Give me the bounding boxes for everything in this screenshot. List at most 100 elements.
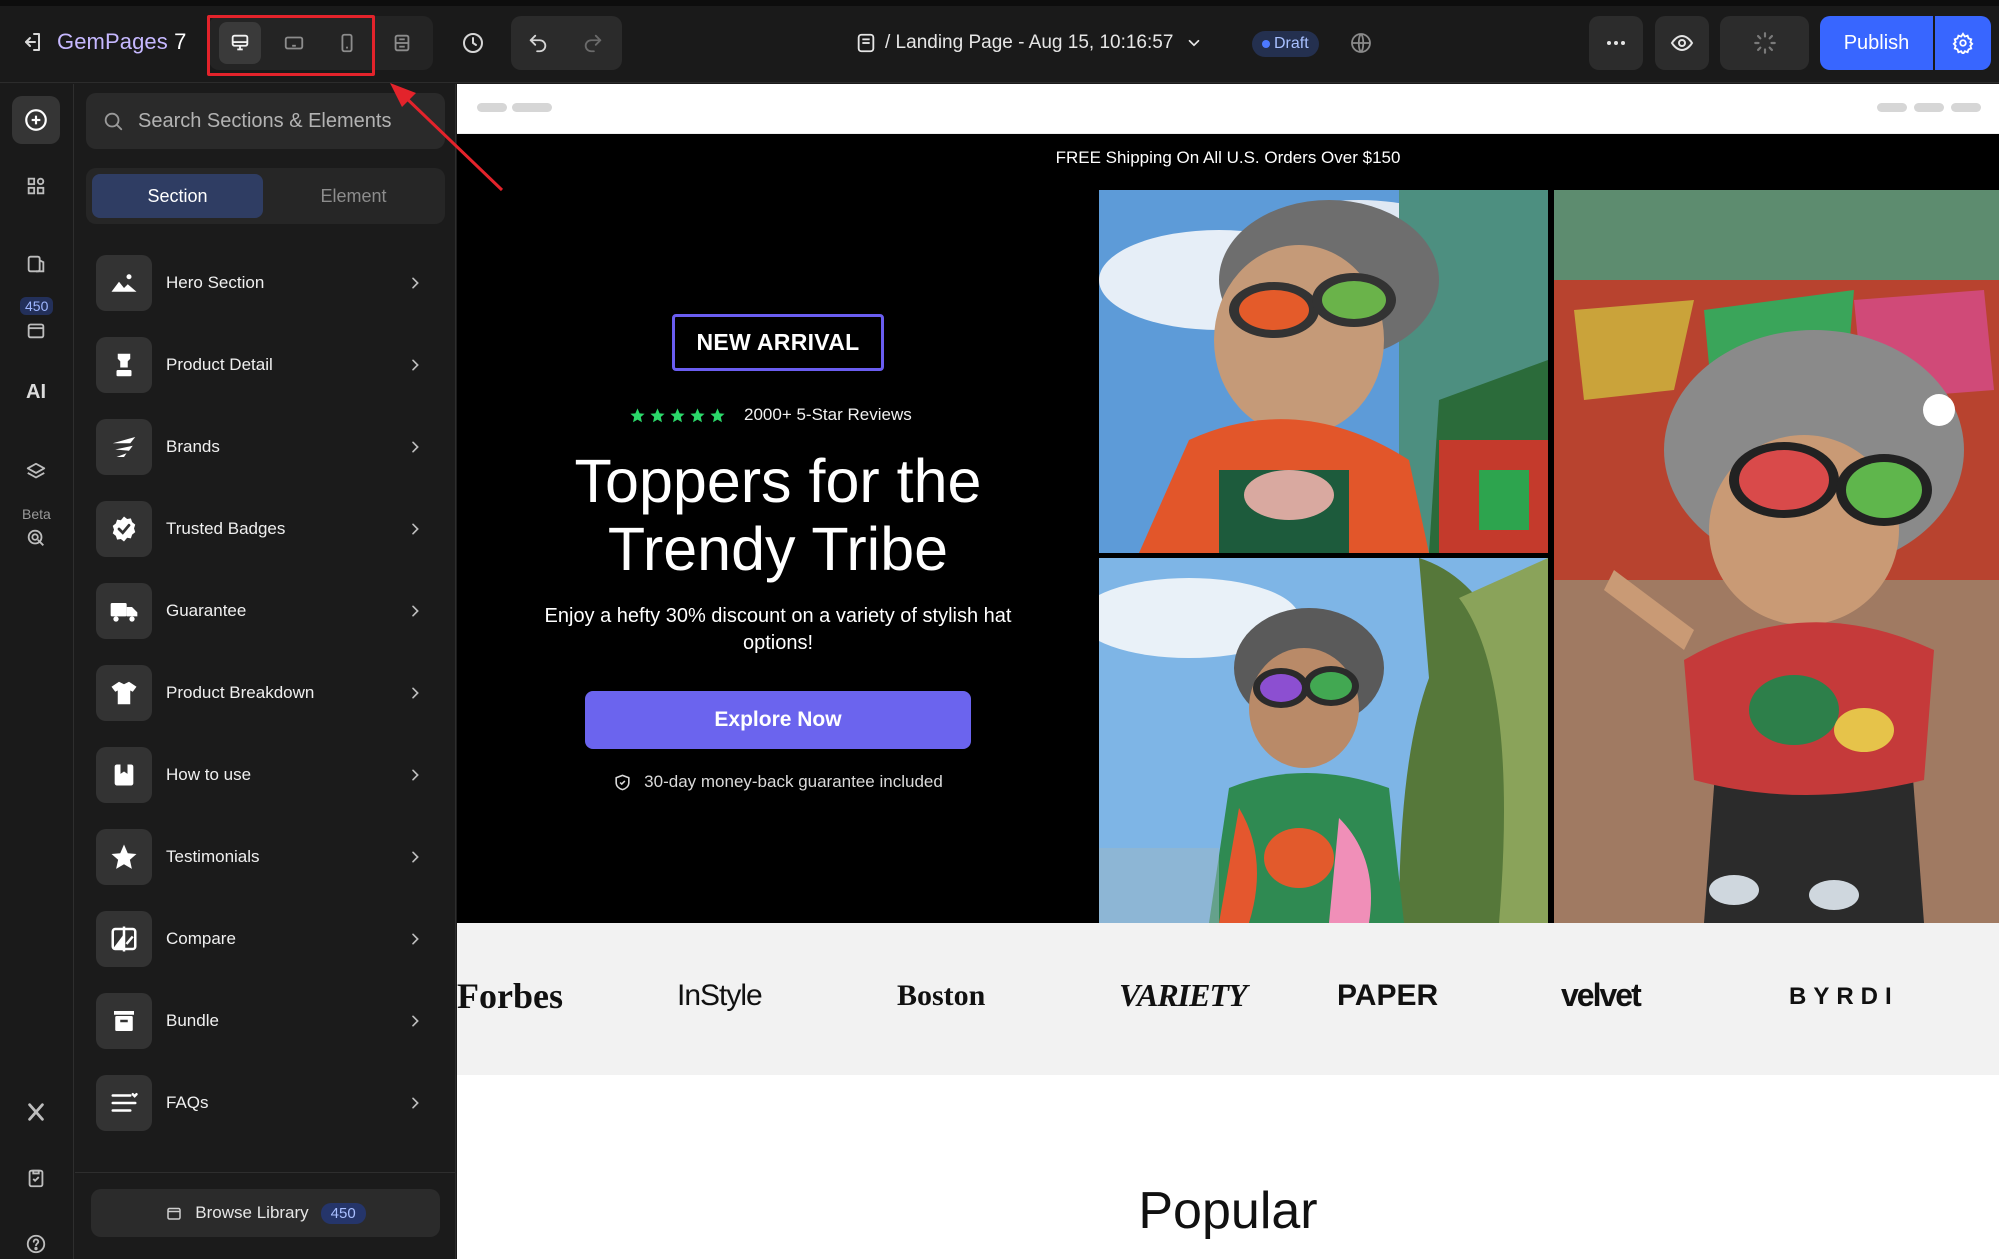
- redo-icon: [584, 34, 602, 53]
- star-icon: [690, 407, 705, 422]
- logo-text: GemPages: [57, 29, 168, 54]
- help-rail-button[interactable]: [12, 1220, 60, 1259]
- plus-circle-icon: [25, 109, 47, 131]
- tshirt-icon: [111, 681, 137, 705]
- top-bar: GemPages 7 / Landing Page - Aug 15, 10:1…: [0, 0, 1999, 83]
- cursor-target-icon: [27, 529, 44, 546]
- responsive-view-button[interactable]: [381, 22, 423, 64]
- list-item[interactable]: How to use: [86, 734, 445, 816]
- undo-button[interactable]: [517, 22, 559, 64]
- library-icon: [27, 323, 45, 339]
- x-rail-button[interactable]: [12, 1088, 60, 1136]
- checklist-rail-button[interactable]: [12, 1154, 60, 1202]
- star-icon: [111, 844, 137, 869]
- status-badge: Draft: [1252, 31, 1319, 57]
- brand-icon: [112, 437, 136, 457]
- chevron-right-icon: [412, 523, 419, 535]
- editor-app: GemPages 7 / Landing Page - Aug 15, 10:1…: [0, 0, 1999, 1259]
- search-icon: [104, 112, 123, 131]
- list-item[interactable]: Brands: [86, 406, 445, 488]
- list-item[interactable]: Guarantee: [86, 570, 445, 652]
- more-options-button[interactable]: [1589, 16, 1643, 70]
- list-item-label: Product Detail: [166, 355, 273, 374]
- section-list: Hero Section Product Detail Brands Trust…: [86, 242, 445, 1142]
- chevron-down-icon: [1189, 39, 1200, 47]
- brand-logo: Boston: [897, 979, 986, 1012]
- list-item-label: Trusted Badges: [166, 519, 286, 538]
- add-section-rail-button[interactable]: [12, 96, 60, 144]
- help-icon: [26, 1234, 46, 1254]
- globe-icon[interactable]: [1349, 31, 1373, 55]
- hero-photo-bottom-left: [1099, 558, 1548, 923]
- preview-button[interactable]: [1655, 16, 1709, 70]
- chevron-right-icon: [412, 1097, 419, 1109]
- hero-photo-top-left: [1099, 190, 1548, 553]
- chevron-right-icon: [412, 851, 419, 863]
- rating-row: 2000+ 5-Star Reviews: [629, 405, 912, 425]
- hero-subtext: Enjoy a hefty 30% discount on a variety …: [544, 605, 1012, 654]
- annotation-highlight-box: [207, 15, 375, 76]
- list-item[interactable]: Trusted Badges: [86, 488, 445, 570]
- chevron-right-icon: [412, 687, 419, 699]
- guarantee-text: 30-day money-back guarantee included: [644, 772, 943, 791]
- reviews-text: 2000+ 5-Star Reviews: [744, 405, 912, 424]
- list-item[interactable]: Product Detail: [86, 324, 445, 406]
- icon-rail: 450 AI Beta: [0, 84, 74, 1259]
- faq-icon: [111, 1093, 138, 1112]
- photo-image: [1099, 558, 1548, 923]
- app-logo: GemPages 7: [57, 29, 186, 55]
- chevron-right-icon: [412, 441, 419, 453]
- page-selector[interactable]: / Landing Page - Aug 15, 10:16:57: [855, 28, 1203, 58]
- ai-rail-button[interactable]: AI: [12, 368, 60, 416]
- placeholder-pill: [1951, 103, 1981, 112]
- sections-panel: Section Element Hero Section Product Det…: [75, 84, 456, 1259]
- library-rail-button[interactable]: [12, 306, 60, 354]
- redo-button[interactable]: [572, 22, 614, 64]
- compare-icon: [111, 926, 137, 952]
- clipboard-icon: [28, 1169, 44, 1188]
- page-canvas[interactable]: FREE Shipping On All U.S. Orders Over $1…: [457, 84, 1999, 1259]
- truck-icon: [110, 603, 138, 622]
- hero-section[interactable]: FREE Shipping On All U.S. Orders Over $1…: [457, 134, 1999, 923]
- browse-library-button[interactable]: Browse Library 450: [91, 1189, 440, 1237]
- heatmap-rail-button[interactable]: [12, 514, 60, 562]
- image-icon: [111, 274, 137, 292]
- list-item[interactable]: Bundle: [86, 980, 445, 1062]
- star-icon: [710, 407, 725, 422]
- list-item[interactable]: Compare: [86, 898, 445, 980]
- history-button[interactable]: [452, 22, 494, 64]
- page-icon: [857, 33, 875, 53]
- grid-icon: [27, 177, 45, 195]
- chevron-right-icon: [412, 933, 419, 945]
- tab-section[interactable]: Section: [92, 174, 263, 218]
- list-item[interactable]: Testimonials: [86, 816, 445, 898]
- exit-icon[interactable]: [20, 30, 44, 54]
- explore-now-button[interactable]: Explore Now: [585, 691, 971, 749]
- publish-settings-button[interactable]: [1935, 16, 1991, 70]
- library-icon: [167, 1207, 182, 1220]
- responsive-icon: [394, 34, 410, 52]
- top-strip: [0, 0, 1999, 6]
- list-item[interactable]: Hero Section: [86, 242, 445, 324]
- list-item-label: Hero Section: [166, 273, 265, 292]
- brands-strip: Forbes InStyle Boston VARIETY PAPER velv…: [457, 923, 1999, 1075]
- loading-button[interactable]: [1720, 16, 1809, 70]
- headline-line-2: Trendy Tribe: [607, 515, 949, 583]
- bundle-icon: [114, 1011, 134, 1031]
- layers-rail-button[interactable]: [12, 448, 60, 496]
- hero-content: NEW ARRIVAL 2000+ 5-Star Reviews Toppers…: [457, 134, 1099, 923]
- pages-rail-button[interactable]: [12, 240, 60, 288]
- canvas-header-placeholder: [457, 84, 1999, 134]
- layers-icon: [26, 462, 46, 479]
- page-title-text: / Landing Page - Aug 15, 10:16:57: [885, 32, 1174, 53]
- gear-icon: [1952, 32, 1974, 54]
- brand-logo: velvet: [1561, 977, 1642, 1013]
- list-item[interactable]: Product Breakdown: [86, 652, 445, 734]
- badge-check-icon: [112, 516, 136, 542]
- browse-library-label: Browse Library: [195, 1203, 309, 1222]
- x-logo-icon: [28, 1103, 44, 1121]
- list-item[interactable]: FAQs: [86, 1062, 445, 1142]
- publish-button[interactable]: Publish: [1820, 16, 1933, 70]
- apps-rail-button[interactable]: [12, 162, 60, 210]
- annotation-arrow-icon: [390, 83, 504, 192]
